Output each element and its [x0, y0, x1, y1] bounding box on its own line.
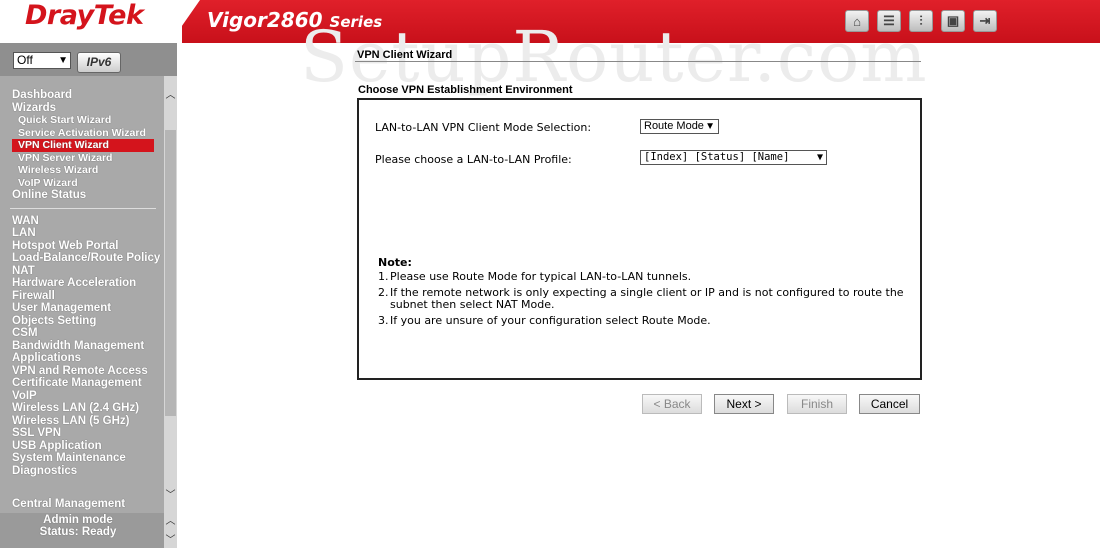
scrollbar-thumb[interactable] [165, 130, 176, 416]
sidebar-menu: Dashboard Wizards Quick Start Wizard Servic… [0, 89, 164, 477]
note-item: 3. If you are unsure of your configurati… [378, 313, 908, 328]
mode-selection-dropdown[interactable]: Route Mode ▼ [640, 119, 719, 134]
sidebar-item-voip-wizard[interactable]: VoIP Wizard [0, 177, 164, 190]
page-title: VPN Client Wizard [357, 49, 453, 61]
note-number: 2. [378, 285, 389, 299]
sidebar-item-bandwidth-management[interactable]: Bandwidth Management [0, 340, 164, 353]
sidebar-item-hotspot-web-portal[interactable]: Hotspot Web Portal [0, 240, 164, 253]
logout-icon[interactable]: ⇥ [973, 10, 997, 32]
sidebar-item-dashboard[interactable]: Dashboard [0, 89, 164, 102]
mode-selection-label: LAN-to-LAN VPN Client Mode Selection: [375, 121, 592, 134]
note-number: 3. [378, 313, 389, 327]
sidebar-item-system-maintenance[interactable]: System Maintenance [0, 452, 164, 465]
sidebar-item-service-activation-wizard[interactable]: Service Activation Wizard [0, 127, 164, 140]
sidebar-item-wireless-wizard[interactable]: Wireless Wizard [0, 164, 164, 177]
profile-label: Please choose a LAN-to-LAN Profile: [375, 153, 572, 166]
sidebar-item-hardware-acceleration[interactable]: Hardware Acceleration [0, 277, 164, 290]
sidebar-item-vpn-server-wizard[interactable]: VPN Server Wizard [0, 152, 164, 165]
sidebar-item-user-management[interactable]: User Management [0, 302, 164, 315]
status-mode: Admin mode [43, 514, 113, 526]
sidebar-item-usb-application[interactable]: USB Application [0, 440, 164, 453]
title-divider [355, 61, 921, 62]
sidebar-item-wizards[interactable]: Wizards [0, 102, 164, 115]
logo-slant [170, 0, 200, 43]
central-management-link[interactable]: Central Management [12, 498, 125, 510]
sidebar-item-ssl-vpn[interactable]: SSL VPN [0, 427, 164, 440]
finish-button[interactable]: Finish [787, 394, 847, 414]
menu-divider [10, 207, 156, 209]
mode-selection-value: Route Mode [644, 120, 704, 132]
scroll-down-icon[interactable]: ﹀ [164, 486, 177, 501]
chevron-down-icon: ▼ [705, 121, 715, 132]
note-number: 1. [378, 270, 389, 283]
note-item: 1. Please use Route Mode for typical LAN… [378, 270, 908, 284]
scroll-down-small-icon[interactable]: ﹀ [164, 531, 177, 546]
logo-area: DrayTek [0, 0, 182, 43]
mode-select-value: Off [17, 53, 33, 67]
scroll-up-icon[interactable]: ︿ [164, 86, 177, 101]
ipv6-button[interactable]: IPv6 [77, 52, 121, 73]
status-ready: Status: Ready [39, 526, 117, 538]
sidebar-item-firewall[interactable]: Firewall [0, 290, 164, 303]
note-text: Please use Route Mode for typical LAN-to… [390, 270, 692, 283]
profile-value: [Index] [Status] [Name] [644, 151, 790, 163]
note-text: If you are unsure of your configuration … [390, 313, 711, 327]
sidebar-item-applications[interactable]: Applications [0, 352, 164, 365]
sidebar-item-voip[interactable]: VoIP [0, 390, 164, 403]
back-button[interactable]: < Back [642, 394, 702, 414]
sidebar-item-online-status[interactable]: Online Status [0, 189, 164, 202]
section-title: Choose VPN Establishment Environment [358, 84, 573, 96]
cancel-button[interactable]: Cancel [859, 394, 920, 414]
sidebar: Off ▼ IPv6 Dashboard Wizards Quick Start W… [0, 43, 177, 548]
save-icon[interactable]: ▣ [941, 10, 965, 32]
note-title: Note: [378, 256, 412, 269]
sidebar-toolbar: Off ▼ IPv6 [0, 43, 177, 76]
sidebar-item-diagnostics[interactable]: Diagnostics [0, 465, 164, 478]
status-box: Admin mode Status: Ready [0, 513, 164, 548]
scroll-up-small-icon[interactable]: ︿ [164, 512, 177, 527]
sidebar-item-vpn-client-wizard[interactable]: VPN Client Wizard [12, 139, 154, 152]
sidebar-item-objects-setting[interactable]: Objects Setting [0, 315, 164, 328]
sidebar-item-vpn-and-remote-access[interactable]: VPN and Remote Access [0, 365, 164, 378]
sidebar-item-lan[interactable]: LAN [0, 227, 164, 240]
sidebar-item-csm[interactable]: CSM [0, 327, 164, 340]
sidebar-item-wireless-lan-5-ghz[interactable]: Wireless LAN (5 GHz) [0, 415, 164, 428]
sidebar-item-certificate-management[interactable]: Certificate Management [0, 377, 164, 390]
note-item: 2. If the remote network is only expecti… [378, 285, 908, 312]
profile-dropdown[interactable]: [Index] [Status] [Name] ▼ [640, 150, 827, 165]
next-button[interactable]: Next > [714, 394, 774, 414]
chevron-down-icon: ▼ [816, 152, 823, 163]
wizard-panel: LAN-to-LAN VPN Client Mode Selection: Ro… [357, 98, 922, 380]
chevron-down-icon: ▼ [58, 55, 68, 66]
sidebar-scrollbar[interactable]: ︿ ﹀ ︿ ﹀ [164, 76, 177, 548]
sidebar-item-load-balance-route-policy[interactable]: Load-Balance/Route Policy [0, 252, 164, 265]
mode-select[interactable]: Off ▼ [13, 52, 71, 69]
sidebar-item-quick-start-wizard[interactable]: Quick Start Wizard [0, 114, 164, 127]
note-list: 1. Please use Route Mode for typical LAN… [378, 270, 908, 330]
draytek-logo: DrayTek [25, 0, 144, 31]
note-text: If the remote network is only expecting … [390, 285, 904, 311]
sidebar-item-wan[interactable]: WAN [0, 215, 164, 228]
sidebar-item-nat[interactable]: NAT [0, 265, 164, 278]
sidebar-item-wireless-lan-2-4-ghz[interactable]: Wireless LAN (2.4 GHz) [0, 402, 164, 415]
